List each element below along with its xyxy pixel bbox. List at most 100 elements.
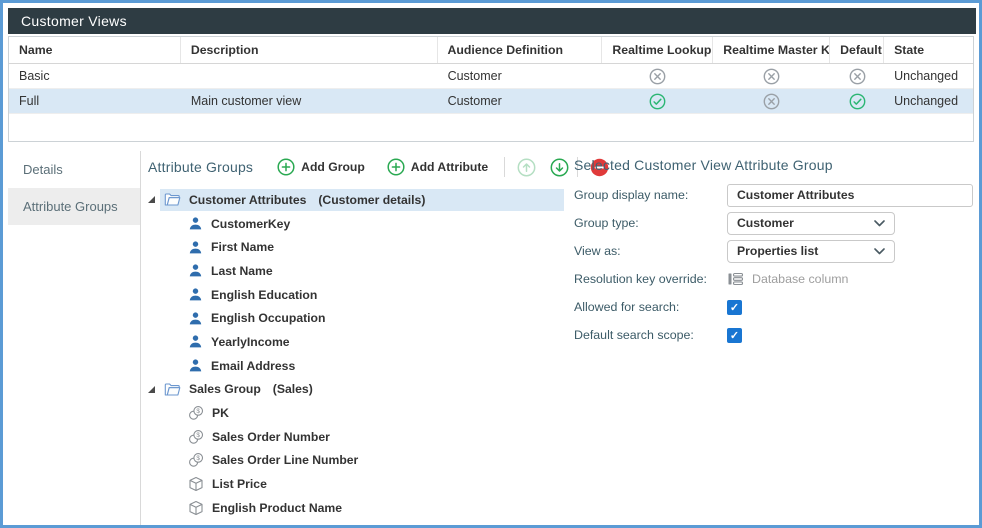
- plus-circle-icon: [277, 158, 295, 176]
- tree-item-last-name[interactable]: Last Name: [148, 259, 564, 283]
- status-cell: [713, 68, 830, 85]
- allowed-for-search-checkbox[interactable]: ✓: [727, 300, 742, 315]
- cross-circle-icon: [763, 68, 780, 85]
- cell: Unchanged: [884, 94, 973, 108]
- window-title-bar: Customer Views: [8, 8, 976, 34]
- cell: Main customer view: [181, 94, 438, 108]
- check-circle-icon: [649, 93, 666, 110]
- coins-icon: $: [188, 405, 204, 421]
- svg-text:$: $: [196, 432, 200, 439]
- cell: Full: [9, 94, 181, 108]
- status-cell: [830, 68, 884, 85]
- status-cell: [830, 93, 884, 110]
- status-cell: [602, 93, 713, 110]
- table-body: BasicCustomerUnchangedFullMain customer …: [9, 64, 973, 114]
- person-icon: [188, 216, 203, 231]
- default-search-scope-row: Default search scope: ✓: [574, 323, 978, 347]
- tree-item-sales-order-number[interactable]: $Sales Order Number: [148, 425, 564, 449]
- add-attribute-button[interactable]: Add Attribute: [387, 158, 488, 176]
- resolution-key-override-row: Resolution key override: Database column: [574, 267, 978, 291]
- package-icon: [188, 476, 204, 492]
- column-header-realtime-master-key[interactable]: Realtime Master Key: [713, 37, 830, 63]
- move-up-button[interactable]: [517, 158, 536, 177]
- tree-group-customer-attributes[interactable]: Customer Attributes(Customer details): [148, 188, 564, 212]
- person-icon: [188, 334, 203, 349]
- customer-views-table: NameDescriptionAudience DefinitionRealti…: [8, 36, 974, 142]
- view-as-row: View as: Properties list: [574, 239, 978, 263]
- coins-icon: $: [188, 429, 204, 445]
- default-search-scope-label: Default search scope:: [574, 328, 727, 342]
- person-icon: [188, 240, 203, 255]
- column-header-description[interactable]: Description: [181, 37, 438, 63]
- tree-item-customerkey[interactable]: CustomerKey: [148, 212, 564, 236]
- person-icon: [188, 263, 203, 278]
- svg-text:$: $: [196, 456, 200, 463]
- attribute-groups-toolbar: Attribute Groups Add Group Add Attribute: [148, 153, 623, 181]
- arrow-down-circle-icon: [550, 158, 569, 177]
- column-header-default[interactable]: Default: [830, 37, 884, 63]
- expander-icon[interactable]: [148, 196, 160, 203]
- resolution-key-override-label: Resolution key override:: [574, 272, 727, 286]
- tree-item-sales-order-line-number[interactable]: $Sales Order Line Number: [148, 449, 564, 473]
- page-title: Customer Views: [21, 13, 127, 29]
- plus-circle-icon: [387, 158, 405, 176]
- selected-group-form: Selected Customer View Attribute Group G…: [572, 153, 978, 173]
- coins-icon: $: [188, 452, 204, 468]
- group-type-row: Group type: Customer: [574, 211, 978, 235]
- cell: Basic: [9, 69, 181, 83]
- chevron-down-icon: [874, 248, 885, 255]
- cross-circle-icon: [763, 93, 780, 110]
- tree-item-english-occupation[interactable]: English Occupation: [148, 306, 564, 330]
- tree-item-yearlyincome[interactable]: YearlyIncome: [148, 330, 564, 354]
- folder-icon: [164, 382, 181, 397]
- view-as-label: View as:: [574, 244, 727, 258]
- table-header-row: NameDescriptionAudience DefinitionRealti…: [9, 37, 973, 64]
- database-column-icon: [727, 271, 744, 287]
- attribute-groups-title: Attribute Groups: [148, 159, 253, 175]
- allowed-for-search-label: Allowed for search:: [574, 300, 727, 314]
- tree-item-english-product-name[interactable]: English Product Name: [148, 496, 564, 520]
- tree-item-pk[interactable]: $PK: [148, 401, 564, 425]
- column-header-name[interactable]: Name: [9, 37, 181, 63]
- table-row[interactable]: FullMain customer viewCustomerUnchanged: [9, 89, 973, 114]
- sidebar-item-attribute-groups[interactable]: Attribute Groups: [8, 188, 140, 225]
- svg-text:$: $: [196, 408, 200, 415]
- view-as-select[interactable]: Properties list: [727, 240, 895, 263]
- cell: Customer: [438, 69, 603, 83]
- resolution-key-override-value: Database column: [752, 272, 848, 286]
- status-cell: [713, 93, 830, 110]
- tree-group-body: Sales Group(Sales): [160, 378, 564, 400]
- toolbar-separator: [504, 157, 505, 177]
- move-down-button[interactable]: [550, 158, 569, 177]
- tree-item-english-education[interactable]: English Education: [148, 283, 564, 307]
- table-row[interactable]: Basic Customer Unchanged: [9, 64, 973, 89]
- column-header-state[interactable]: State: [884, 37, 973, 63]
- stage: Customer Views NameDescriptionAudience D…: [3, 3, 979, 525]
- form-title: Selected Customer View Attribute Group: [574, 157, 978, 173]
- group-type-select[interactable]: Customer: [727, 212, 895, 235]
- cross-circle-icon: [849, 68, 866, 85]
- column-header-realtime-lookup[interactable]: Realtime Lookup: [602, 37, 713, 63]
- expander-icon[interactable]: [148, 386, 160, 393]
- cell: Unchanged: [884, 69, 973, 83]
- status-cell: [602, 68, 713, 85]
- person-icon: [188, 287, 203, 302]
- sidebar-item-details[interactable]: Details: [8, 151, 140, 188]
- default-search-scope-checkbox[interactable]: ✓: [727, 328, 742, 343]
- tree-item-email-address[interactable]: Email Address: [148, 354, 564, 378]
- tree-group-body: Customer Attributes(Customer details): [160, 189, 564, 211]
- tree-item-list-price[interactable]: List Price: [148, 472, 564, 496]
- add-group-button[interactable]: Add Group: [277, 158, 365, 176]
- customer-views-window: Customer Views NameDescriptionAudience D…: [0, 0, 982, 528]
- column-header-audience-definition[interactable]: Audience Definition: [438, 37, 603, 63]
- chevron-down-icon: [874, 220, 885, 227]
- package-icon: [188, 500, 204, 516]
- arrow-up-circle-icon: [517, 158, 536, 177]
- cross-circle-icon: [649, 68, 666, 85]
- tree-group-sales-group[interactable]: Sales Group(Sales): [148, 378, 564, 402]
- group-display-name-input[interactable]: [727, 184, 973, 207]
- group-display-name-label: Group display name:: [574, 188, 727, 202]
- person-icon: [188, 311, 203, 326]
- folder-icon: [164, 192, 181, 207]
- tree-item-first-name[interactable]: First Name: [148, 235, 564, 259]
